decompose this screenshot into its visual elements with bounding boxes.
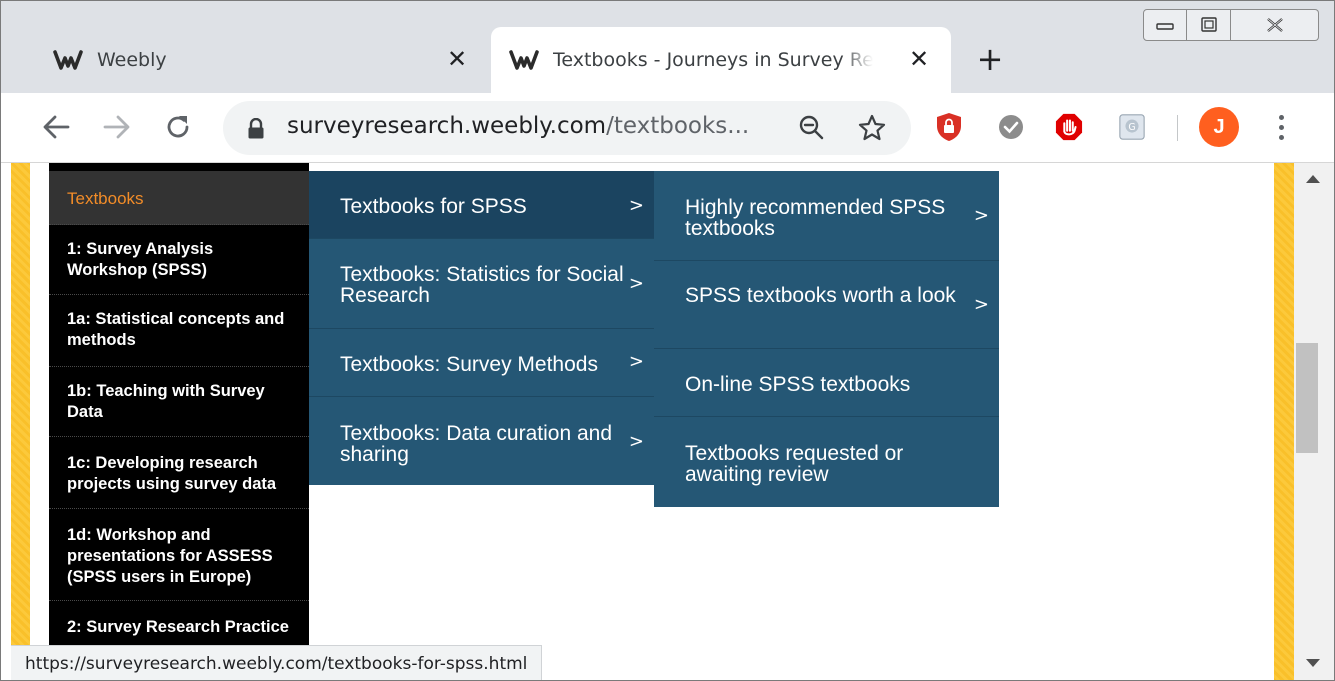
sidebar-nav: Textbooks 1: Survey Analysis Workshop (S… bbox=[49, 163, 309, 680]
web-page: Textbooks 1: Survey Analysis Workshop (S… bbox=[1, 163, 1294, 680]
stop-hand-extension-icon[interactable] bbox=[1055, 113, 1083, 141]
submenu-textbooks: Textbooks for SPSS > Textbooks: Statisti… bbox=[309, 171, 654, 485]
menu-item-label: Textbooks: Survey Methods bbox=[340, 353, 598, 376]
star-icon[interactable] bbox=[857, 113, 887, 148]
check-extension-icon[interactable] bbox=[997, 113, 1025, 141]
vertical-scrollbar[interactable] bbox=[1294, 163, 1334, 680]
chevron-right-icon: > bbox=[973, 294, 989, 315]
decorative-stripe bbox=[11, 163, 30, 680]
submenu-textbooks-for-spss: Highly recommended SPSS textbooks > SPSS… bbox=[654, 171, 999, 507]
url-text: surveyresearch.weebly.com/textbooks... bbox=[287, 113, 749, 139]
chevron-right-icon: > bbox=[628, 195, 644, 216]
tab-title: Weebly bbox=[97, 49, 167, 71]
sidebar-top-bar bbox=[49, 163, 309, 171]
lock-icon[interactable] bbox=[247, 117, 265, 145]
sidebar-item-developing-research[interactable]: 1c: Developing research projects using s… bbox=[49, 437, 309, 509]
tab-textbooks[interactable]: Textbooks - Journeys in Survey Research … bbox=[491, 27, 951, 93]
menu-item-data-curation[interactable]: Textbooks: Data curation and sharing > bbox=[309, 397, 654, 485]
menu-item-label: Textbooks for SPSS bbox=[340, 195, 527, 218]
sidebar-item-assess-workshop[interactable]: 1d: Workshop and presentations for ASSES… bbox=[49, 509, 309, 601]
zoom-out-icon[interactable] bbox=[797, 113, 827, 148]
menu-item-label: Textbooks: Data curation and sharing bbox=[340, 422, 612, 466]
forward-arrow-icon[interactable] bbox=[98, 108, 136, 146]
chevron-right-icon: > bbox=[628, 351, 644, 372]
chevron-right-icon: > bbox=[628, 273, 644, 294]
weebly-icon bbox=[51, 46, 85, 74]
svg-text:G: G bbox=[1128, 122, 1135, 133]
plus-icon[interactable]: + bbox=[973, 43, 1007, 77]
menu-item-survey-methods[interactable]: Textbooks: Survey Methods > bbox=[309, 329, 654, 397]
menu-item-label: Textbooks requested or awaiting review bbox=[685, 442, 904, 486]
scroll-down-icon[interactable] bbox=[1306, 659, 1320, 667]
sidebar-item-survey-analysis-workshop[interactable]: 1: Survey Analysis Workshop (SPSS) bbox=[49, 225, 309, 295]
address-bar[interactable]: surveyresearch.weebly.com/textbooks... bbox=[223, 101, 911, 155]
menu-item-label: SPSS textbooks worth a look bbox=[685, 284, 956, 307]
menu-item-highly-recommended[interactable]: Highly recommended SPSS textbooks > bbox=[654, 171, 999, 261]
chevron-right-icon: > bbox=[628, 431, 644, 452]
maximize-icon[interactable] bbox=[1187, 9, 1231, 41]
menu-item-statistics-social-research[interactable]: Textbooks: Statistics for Social Researc… bbox=[309, 239, 654, 329]
grammar-extension-icon[interactable]: G bbox=[1118, 113, 1146, 141]
scrollbar-thumb[interactable] bbox=[1296, 343, 1318, 453]
tab-title: Textbooks - Journeys in Survey Research bbox=[553, 49, 873, 71]
menu-item-requested-awaiting-review[interactable]: Textbooks requested or awaiting review bbox=[654, 417, 999, 507]
browser-toolbar: surveyresearch.weebly.com/textbooks... G… bbox=[1, 93, 1334, 163]
url-path: /textbooks... bbox=[606, 113, 750, 139]
menu-item-worth-a-look[interactable]: SPSS textbooks worth a look > bbox=[654, 261, 999, 349]
menu-item-label: Highly recommended SPSS textbooks bbox=[685, 196, 946, 240]
avatar[interactable]: J bbox=[1199, 107, 1239, 147]
decorative-stripe bbox=[1274, 163, 1294, 680]
sidebar-item-textbooks[interactable]: Textbooks bbox=[49, 171, 309, 225]
reload-icon[interactable] bbox=[159, 108, 197, 146]
shield-extension-icon[interactable] bbox=[935, 113, 963, 141]
window-close-icon[interactable] bbox=[1231, 9, 1319, 41]
sidebar-item-teaching-survey-data[interactable]: 1b: Teaching with Survey Data bbox=[49, 367, 309, 437]
menu-item-online-spss-textbooks[interactable]: On-line SPSS textbooks bbox=[654, 349, 999, 417]
url-host: surveyresearch.weebly.com bbox=[287, 113, 607, 139]
menu-item-textbooks-for-spss[interactable]: Textbooks for SPSS > bbox=[309, 171, 654, 239]
minimize-icon[interactable] bbox=[1143, 9, 1187, 41]
more-menu-icon[interactable] bbox=[1269, 113, 1293, 143]
tab-weebly[interactable]: Weebly ✕ bbox=[35, 27, 485, 93]
scroll-up-icon[interactable] bbox=[1306, 175, 1320, 183]
back-arrow-icon[interactable] bbox=[37, 108, 75, 146]
browser-window: Weebly ✕ Textbooks - Journeys in Survey … bbox=[0, 0, 1335, 681]
menu-item-label: On-line SPSS textbooks bbox=[685, 373, 911, 396]
menu-item-label: Textbooks: Statistics for Social Researc… bbox=[340, 263, 624, 307]
toolbar-separator bbox=[1177, 115, 1178, 141]
weebly-icon bbox=[507, 46, 541, 74]
close-icon[interactable]: ✕ bbox=[445, 47, 469, 71]
close-icon[interactable]: ✕ bbox=[907, 47, 931, 71]
chevron-right-icon: > bbox=[973, 205, 989, 226]
tab-strip: Weebly ✕ Textbooks - Journeys in Survey … bbox=[1, 1, 1334, 93]
status-bubble-url: https://surveyresearch.weebly.com/textbo… bbox=[11, 645, 543, 680]
sidebar-item-statistical-concepts[interactable]: 1a: Statistical concepts and methods bbox=[49, 295, 309, 367]
